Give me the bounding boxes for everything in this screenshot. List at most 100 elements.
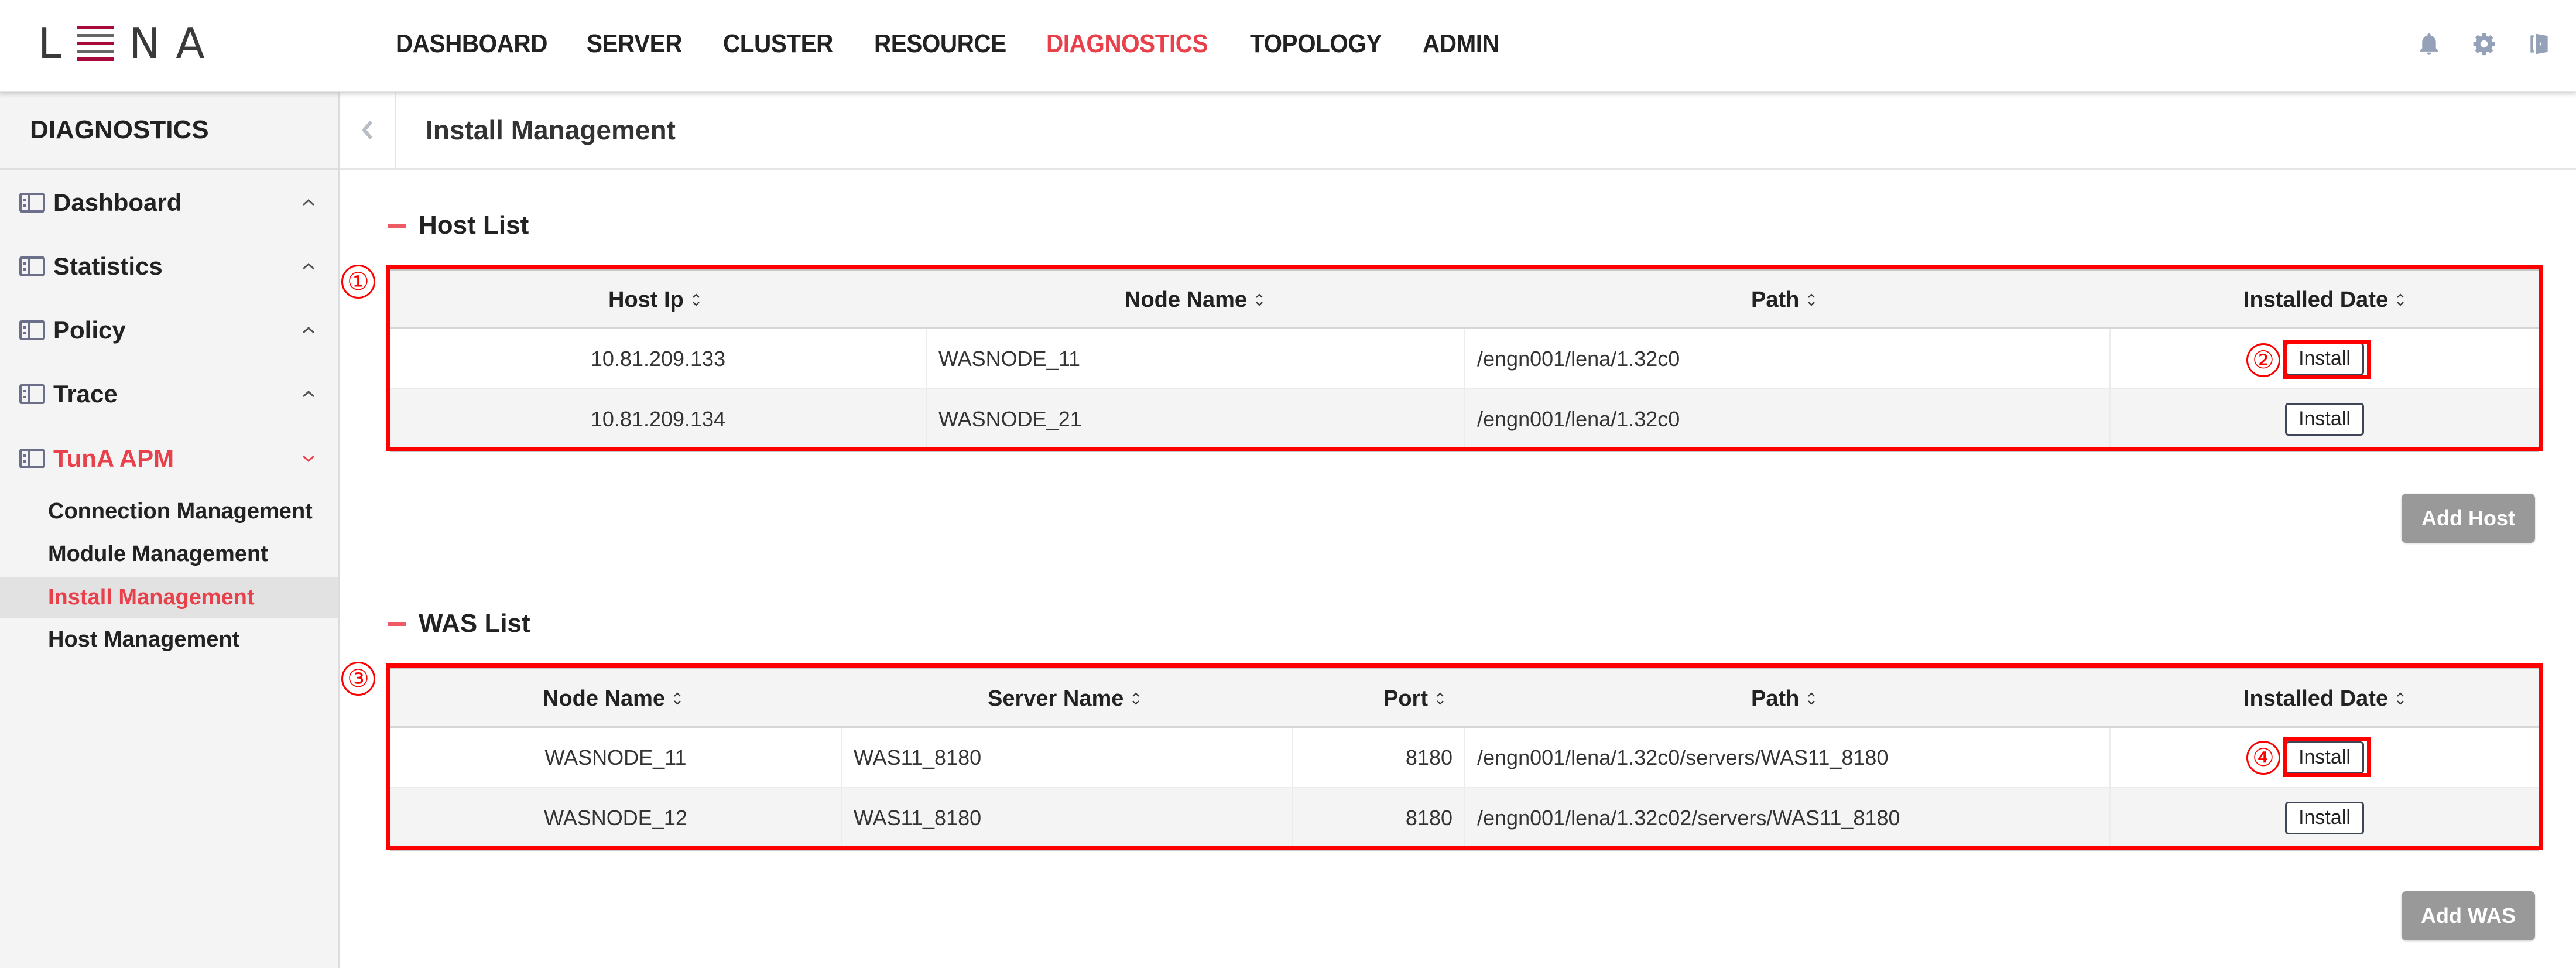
- sidebar-item-tuna-apm[interactable]: TunA APM: [0, 435, 338, 482]
- host-table-header: Host Ip Node Name Path Installed Date: [390, 271, 2539, 329]
- cell-installed-date: Install: [2111, 728, 2539, 787]
- section-dash-icon: [388, 223, 406, 228]
- cell-installed-date: Install: [2111, 329, 2539, 388]
- sidebar-item-policy[interactable]: Policy: [0, 307, 338, 354]
- column-header-node-name[interactable]: Node Name: [543, 669, 683, 728]
- sort-icon: [1132, 692, 1140, 705]
- cell-path: /engn001/lena/1.32c0/servers/WAS11_8180: [1465, 728, 2111, 787]
- cell-server-name: WAS11_8180: [842, 728, 1293, 787]
- annotation-marker-3: ③: [341, 662, 375, 696]
- cell-path: /engn001/lena/1.32c0: [1465, 329, 2111, 388]
- page-title: Install Management: [426, 115, 676, 145]
- sidebar-item-trace[interactable]: Trace: [0, 371, 338, 418]
- column-header-installed-date[interactable]: Installed Date: [2243, 669, 2406, 728]
- cell-node-name: WASNODE_11: [927, 329, 1465, 388]
- cell-host-ip: 10.81.209.133: [390, 329, 927, 388]
- sort-icon: [693, 293, 700, 306]
- nav-topology[interactable]: TOPOLOGY: [1250, 29, 1382, 59]
- was-table-header: Node Name Server Name Port Path Installe…: [390, 669, 2539, 728]
- cell-path: /engn001/lena/1.32c0: [1465, 389, 2111, 449]
- sidebar-item-label: Trace: [53, 380, 118, 408]
- sidebar-subitem-module-management[interactable]: Module Management: [0, 533, 338, 574]
- sort-icon: [1256, 293, 1263, 306]
- table-row: 10.81.209.133 WASNODE_11 /engn001/lena/1…: [390, 329, 2539, 389]
- sort-icon: [674, 692, 681, 705]
- sidebar-item-statistics[interactable]: Statistics: [0, 243, 338, 290]
- sidebar-item-label: TunA APM: [53, 444, 174, 472]
- nav-server[interactable]: SERVER: [587, 29, 682, 59]
- sort-icon: [1437, 692, 1444, 705]
- table-row: WASNODE_11 WAS11_8180 8180 /engn001/lena…: [390, 728, 2539, 788]
- column-header-port[interactable]: Port: [1383, 669, 1445, 728]
- install-button[interactable]: Install: [2285, 801, 2364, 834]
- chevron-up-icon: [303, 390, 314, 398]
- panel-layout-icon: [19, 193, 45, 213]
- annotation-marker-2: ②: [2246, 343, 2280, 377]
- cell-installed-date: Install: [2111, 788, 2539, 847]
- table-row: WASNODE_12 WAS11_8180 8180 /engn001/lena…: [390, 788, 2539, 849]
- cell-node-name: WASNODE_12: [390, 788, 842, 847]
- column-header-server-name[interactable]: Server Name: [988, 669, 1141, 728]
- content-header: Install Management: [340, 92, 2576, 170]
- sidebar-item-label: Policy: [53, 316, 126, 344]
- cell-host-ip: 10.81.209.134: [390, 389, 927, 449]
- sort-icon: [2397, 692, 2404, 705]
- column-header-path[interactable]: Path: [1751, 271, 1817, 329]
- was-table: Node Name Server Name Port Path Installe…: [390, 668, 2539, 851]
- panel-layout-icon: [19, 384, 45, 404]
- cell-server-name: WAS11_8180: [842, 788, 1293, 847]
- sidebar-item-label: Statistics: [53, 252, 163, 280]
- sidebar-item-dashboard[interactable]: Dashboard: [0, 179, 338, 226]
- chevron-up-icon: [303, 262, 314, 270]
- nav-diagnostics[interactable]: DIAGNOSTICS: [1046, 29, 1208, 59]
- main-nav: DASHBOARD SERVER CLUSTER RESOURCE DIAGNO…: [0, 0, 2576, 92]
- gear-icon[interactable]: [2471, 29, 2498, 59]
- host-list-title: Host List: [419, 211, 529, 240]
- cell-installed-date: Install: [2111, 389, 2539, 449]
- panel-layout-icon: [19, 449, 45, 468]
- chevron-down-icon: [303, 455, 314, 463]
- cell-port: 8180: [1293, 728, 1465, 787]
- install-button[interactable]: Install: [2285, 402, 2364, 436]
- sidebar-subitem-install-management[interactable]: Install Management: [0, 577, 338, 618]
- chevron-left-icon: [361, 121, 372, 139]
- was-list-heading: WAS List: [388, 609, 530, 638]
- nav-admin[interactable]: ADMIN: [1423, 29, 1499, 59]
- host-list-heading: Host List: [388, 211, 529, 240]
- sort-icon: [2397, 293, 2404, 306]
- annotation-marker-4: ④: [2246, 741, 2280, 775]
- install-button[interactable]: Install: [2285, 342, 2364, 375]
- logout-door-icon[interactable]: [2526, 29, 2553, 59]
- nav-dashboard[interactable]: DASHBOARD: [396, 29, 547, 59]
- was-list-title: WAS List: [419, 609, 530, 638]
- install-button[interactable]: Install: [2285, 741, 2364, 774]
- column-header-node-name[interactable]: Node Name: [1125, 271, 1265, 329]
- cell-path: /engn001/lena/1.32c02/servers/WAS11_8180: [1465, 788, 2111, 847]
- section-dash-icon: [388, 621, 406, 626]
- annotation-marker-1: ①: [341, 265, 375, 299]
- add-was-button[interactable]: Add WAS: [2402, 891, 2535, 940]
- collapse-sidebar-button[interactable]: [340, 92, 396, 168]
- column-header-installed-date[interactable]: Installed Date: [2243, 271, 2406, 329]
- header-actions: [2416, 29, 2553, 59]
- panel-layout-icon: [19, 256, 45, 276]
- sidebar-title: DIAGNOSTICS: [0, 92, 338, 170]
- sort-icon: [1808, 692, 1815, 705]
- nav-resource[interactable]: RESOURCE: [874, 29, 1006, 59]
- bell-icon[interactable]: [2416, 29, 2443, 59]
- nav-cluster[interactable]: CLUSTER: [723, 29, 833, 59]
- host-table: Host Ip Node Name Path Installed Date 10…: [390, 269, 2539, 452]
- sidebar-subitem-host-management[interactable]: Host Management: [0, 619, 338, 660]
- cell-node-name: WASNODE_21: [927, 389, 1465, 449]
- cell-node-name: WASNODE_11: [390, 728, 842, 787]
- sidebar-subitem-connection-management[interactable]: Connection Management: [0, 491, 338, 532]
- column-header-path[interactable]: Path: [1751, 669, 1817, 728]
- column-header-host-ip[interactable]: Host Ip: [608, 271, 701, 329]
- sort-icon: [1808, 293, 1815, 306]
- chevron-up-icon: [303, 326, 314, 334]
- sidebar-item-label: Dashboard: [53, 189, 182, 216]
- chevron-up-icon: [303, 199, 314, 206]
- cell-port: 8180: [1293, 788, 1465, 847]
- table-row: 10.81.209.134 WASNODE_21 /engn001/lena/1…: [390, 389, 2539, 450]
- add-host-button[interactable]: Add Host: [2402, 494, 2535, 543]
